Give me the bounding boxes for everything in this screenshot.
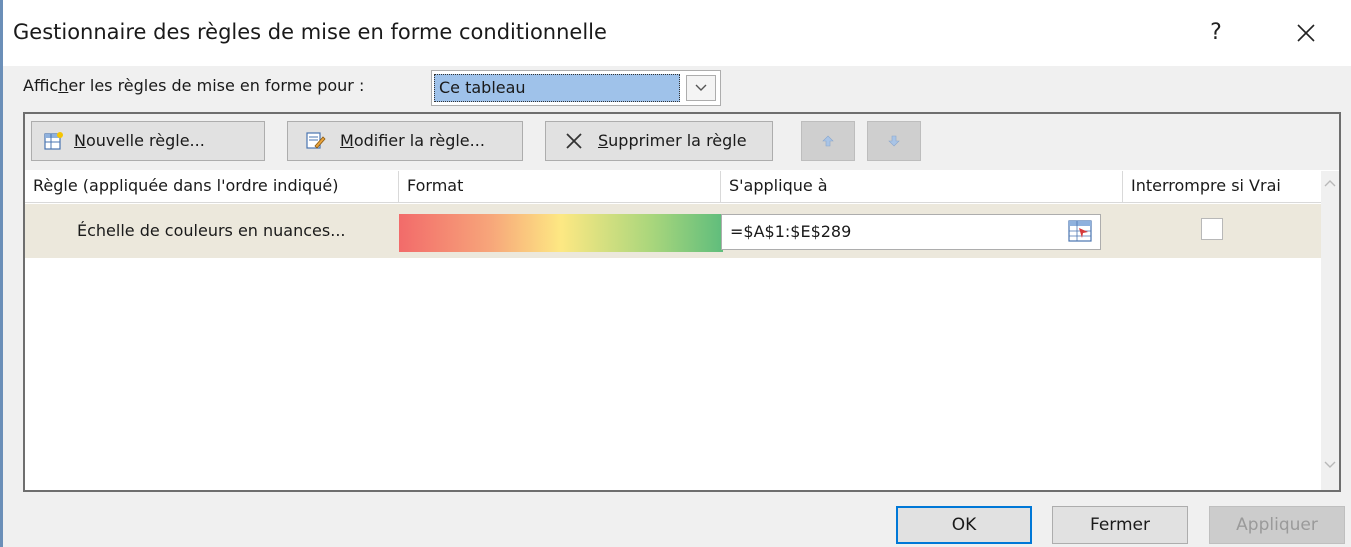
range-selector-icon[interactable] [1068,219,1092,243]
new-rule-button[interactable]: Nouvelle règle... [31,121,265,161]
edit-rule-icon [306,132,326,149]
dialog-title: Gestionnaire des règles de mise en forme… [13,20,607,44]
stop-if-true-checkbox[interactable] [1201,218,1223,240]
dialog-body: Afficher les règles de mise en forme pou… [3,66,1351,547]
show-rules-for-label: Afficher les règles de mise en forme pou… [23,76,364,95]
applies-to-range-input[interactable]: =$A$1:$E$289 [721,214,1101,250]
rules-scope-value: Ce tableau [434,74,680,102]
new-rule-label: Nouvelle règle... [74,131,205,150]
move-down-icon [888,135,900,147]
column-header-rule[interactable]: Règle (appliquée dans l'ordre indiqué) [25,171,399,203]
applies-to-range-value: =$A$1:$E$289 [730,222,852,241]
move-rule-up-button[interactable] [801,121,855,161]
show-rules-label-accesskey: h [58,76,69,95]
table-row[interactable]: Échelle de couleurs en nuances... =$A$1:… [25,204,1321,258]
chevron-down-icon [695,84,707,91]
column-header-format[interactable]: Format [399,171,721,203]
delete-rule-label: Supprimer la règle [598,131,747,150]
move-rule-down-button[interactable] [867,121,921,161]
close-icon [1297,24,1315,42]
edit-rule-button[interactable]: Modifier la règle... [287,121,523,161]
help-button[interactable]: ? [1201,16,1231,50]
rules-table-header: Règle (appliquée dans l'ordre indiqué) F… [25,171,1339,203]
rules-scope-dropdown[interactable]: Ce tableau [431,70,721,106]
close-dialog-button[interactable] [1289,16,1323,50]
header-divider [25,202,1321,203]
show-rules-label-part1: Affic [23,76,59,95]
delete-icon [566,133,582,149]
rules-table-scrollbar[interactable] [1321,171,1339,490]
new-rule-icon [44,132,63,150]
apply-button[interactable]: Appliquer [1209,506,1345,544]
column-header-applies-to[interactable]: S'applique à [721,171,1123,203]
ok-button[interactable]: OK [896,506,1032,544]
move-up-icon [822,135,834,147]
rules-panel: Nouvelle règle... Modifier la règle... S… [23,112,1341,492]
scroll-up-icon[interactable] [1324,179,1336,187]
rules-toolbar: Nouvelle règle... Modifier la règle... S… [25,114,1339,170]
format-preview-color-scale [399,214,723,252]
rule-description: Échelle de couleurs en nuances... [77,221,346,240]
rules-scope-dropdown-button[interactable] [686,75,716,101]
column-header-stop-if-true[interactable]: Interrompre si Vrai [1123,171,1321,203]
close-button[interactable]: Fermer [1052,506,1188,544]
delete-rule-button[interactable]: Supprimer la règle [545,121,773,161]
title-bar: Gestionnaire des règles de mise en forme… [3,0,1351,66]
scroll-down-icon[interactable] [1324,461,1336,469]
edit-rule-label: Modifier la règle... [340,131,485,150]
show-rules-label-part2: er les règles de mise en forme pour : [68,76,365,95]
